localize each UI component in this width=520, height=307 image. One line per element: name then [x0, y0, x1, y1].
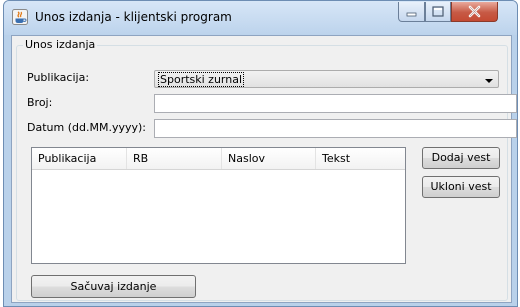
publikacija-label: Publikacija:	[27, 71, 90, 84]
title-bar[interactable]: Unos izdanja - klijentski program	[4, 1, 517, 35]
vesti-table[interactable]: Publikacija RB Naslov Tekst	[31, 147, 406, 264]
chevron-down-icon[interactable]	[485, 79, 493, 83]
close-icon	[468, 5, 481, 18]
datum-field[interactable]	[154, 119, 517, 138]
close-button[interactable]	[451, 2, 498, 22]
ukloni-vest-button[interactable]: Ukloni vest	[422, 176, 500, 198]
table-header: Publikacija RB Naslov Tekst	[32, 148, 405, 170]
column-header-rb[interactable]: RB	[127, 148, 222, 169]
publikacija-combo[interactable]: Sportski zurnal	[154, 70, 499, 88]
minimize-button[interactable]	[398, 2, 425, 22]
unos-izdanja-group: Unos izdanja Publikacija: Sportski zurna…	[16, 38, 517, 301]
java-app-icon	[12, 9, 28, 25]
datum-label: Datum (dd.MM.yyyy):	[27, 121, 146, 134]
maximize-button[interactable]	[425, 2, 451, 22]
window-title: Unos izdanja - klijentski program	[35, 10, 232, 24]
column-header-naslov[interactable]: Naslov	[222, 148, 316, 169]
minimize-icon	[406, 12, 417, 17]
dodaj-vest-button[interactable]: Dodaj vest	[422, 147, 500, 169]
broj-label: Broj:	[27, 96, 53, 109]
column-header-tekst[interactable]: Tekst	[316, 148, 405, 169]
app-window: Unos izdanja - klijentski program Unos i…	[3, 0, 518, 307]
column-header-publikacija[interactable]: Publikacija	[32, 148, 127, 169]
maximize-icon	[432, 6, 444, 17]
broj-field[interactable]	[154, 94, 517, 113]
group-title: Unos izdanja	[23, 38, 98, 51]
publikacija-selected-value: Sportski zurnal	[157, 72, 245, 87]
content-panel: Unos izdanja Publikacija: Sportski zurna…	[11, 35, 517, 303]
sacuvaj-izdanje-button[interactable]: Sačuvaj izdanje	[31, 275, 196, 298]
